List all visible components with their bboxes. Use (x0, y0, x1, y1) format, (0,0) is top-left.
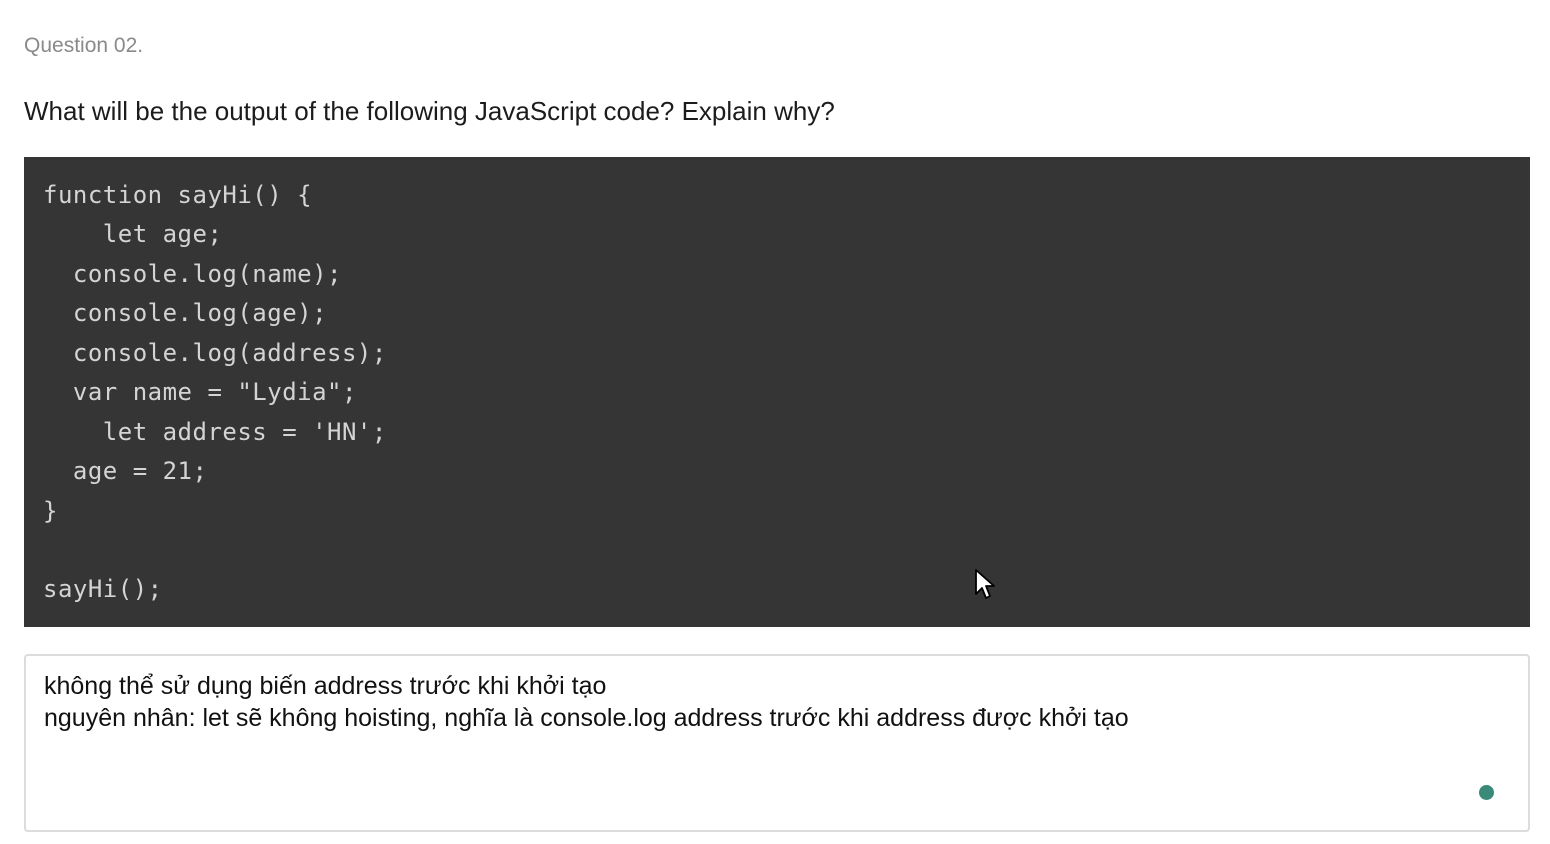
code-line: age = 21; (43, 457, 208, 485)
code-line: let address = 'HN'; (43, 418, 387, 446)
status-dot-icon (1479, 785, 1494, 800)
answer-line-2: nguyên nhân: let sẽ không hoisting, nghĩ… (44, 704, 1129, 732)
code-block: function sayHi() { let age; console.log(… (24, 157, 1530, 627)
question-number: Question 02. (24, 34, 144, 57)
code-line: let age; (43, 220, 223, 248)
question-text: What will be the output of the following… (24, 96, 835, 126)
code-line: function sayHi() { (43, 181, 313, 209)
answer-line-1: không thể sử dụng biến address trước khi… (44, 672, 607, 700)
mouse-pointer-icon (975, 569, 995, 599)
code-line: console.log(name); (43, 260, 342, 288)
answer-textarea[interactable]: không thể sử dụng biến address trước khi… (24, 654, 1530, 832)
code-line: var name = "Lydia"; (43, 378, 357, 406)
code-line: console.log(age); (43, 299, 328, 327)
code-line: sayHi(); (43, 575, 163, 603)
code-line: console.log(address); (43, 339, 387, 367)
code-line: } (43, 497, 58, 525)
